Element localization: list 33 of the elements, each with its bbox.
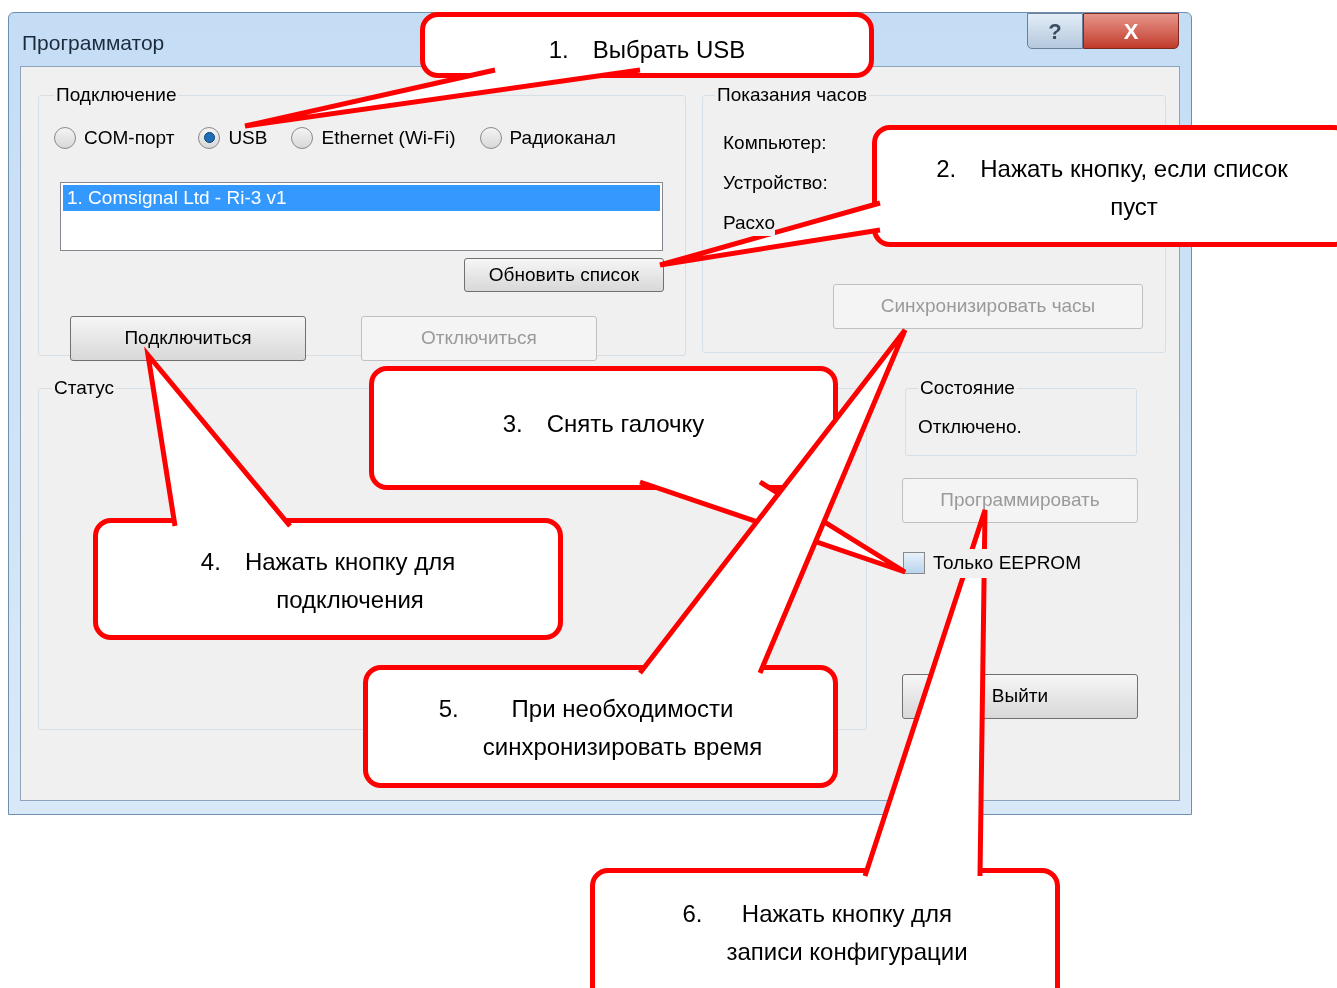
callout-text: Нажать кнопку для подключения [244, 547, 456, 615]
checkbox-label: Только EEPROM [933, 549, 1081, 578]
radio-button[interactable] [479, 126, 502, 149]
group-title: Состояние [919, 376, 1016, 400]
callout-text: Нажать кнопку, если список пуст [980, 154, 1288, 222]
group-title: Подключение [55, 83, 178, 107]
window-title: Программатор [22, 30, 165, 56]
callout-number: 3. [502, 409, 523, 439]
connect-button[interactable]: Подключиться [70, 316, 306, 361]
radio-button[interactable] [198, 126, 221, 149]
help-button[interactable]: ? [1027, 13, 1083, 49]
callout-text: Выбрать USB [592, 35, 746, 65]
group-title: Статус [53, 376, 116, 400]
callout-number: 5. [438, 694, 459, 724]
connection-state: Отключено. [918, 414, 1023, 439]
callout-text: Нажать кнопку для записи конфигурации [726, 899, 968, 967]
radio-label: Радиоканал [509, 125, 616, 150]
radio-button[interactable] [291, 126, 314, 149]
group-title: Показания часов [716, 83, 869, 107]
radio-label: USB [228, 125, 268, 150]
close-button[interactable]: X [1083, 13, 1179, 49]
callout-number: 4. [200, 547, 221, 577]
radio-label: COM-порт [84, 125, 175, 150]
callout-number: 2. [936, 154, 957, 184]
callout-number: 6. [682, 899, 703, 929]
radio-button[interactable] [54, 126, 76, 149]
radio-label: Ethernet (Wi-Fi) [321, 125, 456, 150]
callout-number: 1. [548, 35, 569, 65]
callout-text: При необходимости синхронизировать время [482, 694, 763, 762]
callout-text: Снять галочку [546, 409, 705, 439]
refresh-list-button[interactable]: Обновить список [464, 258, 664, 292]
checkbox[interactable] [903, 552, 925, 575]
device-list-item[interactable]: 1. Comsignal Ltd - Ri-3 v1 [63, 185, 660, 211]
